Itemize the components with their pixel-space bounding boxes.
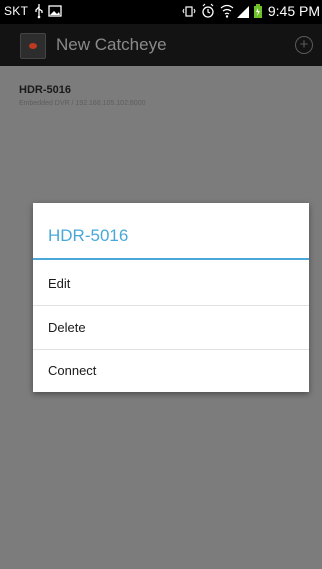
alarm-icon [202, 3, 214, 18]
device-name: HDR-5016 [19, 84, 71, 96]
battery-icon [254, 4, 262, 18]
clock: 9:45 PM [267, 3, 320, 19]
connect-menu-item[interactable]: Connect [33, 349, 309, 393]
wifi-icon [220, 4, 234, 18]
status-bar: SKT 9:45 PM [0, 0, 322, 24]
signal-icon [237, 6, 249, 18]
image-icon [48, 5, 62, 17]
edit-label: Edit [48, 276, 71, 291]
edit-menu-item[interactable]: Edit [33, 262, 309, 306]
dialog-title-bar: HDR-5016 [33, 203, 309, 260]
add-circle-icon[interactable]: + [295, 36, 313, 54]
connect-label: Connect [48, 363, 97, 378]
app-title: New Catcheye [56, 35, 167, 54]
device-options-dialog: HDR-5016 Edit Delete Connect [33, 203, 309, 392]
carrier-label: SKT [4, 4, 29, 18]
device-description: Embedded DVR / 192.168.105.102:8000 [19, 100, 146, 107]
dialog-title: HDR-5016 [48, 226, 129, 245]
camera-logo-icon [20, 33, 46, 59]
usb-icon [35, 4, 43, 19]
delete-label: Delete [48, 320, 86, 335]
delete-menu-item[interactable]: Delete [33, 306, 309, 350]
vibrate-icon [182, 6, 196, 17]
app-header: New Catcheye + [0, 24, 322, 66]
list-item[interactable]: HDR-5016 Embedded DVR / 192.168.105.102:… [0, 66, 322, 118]
